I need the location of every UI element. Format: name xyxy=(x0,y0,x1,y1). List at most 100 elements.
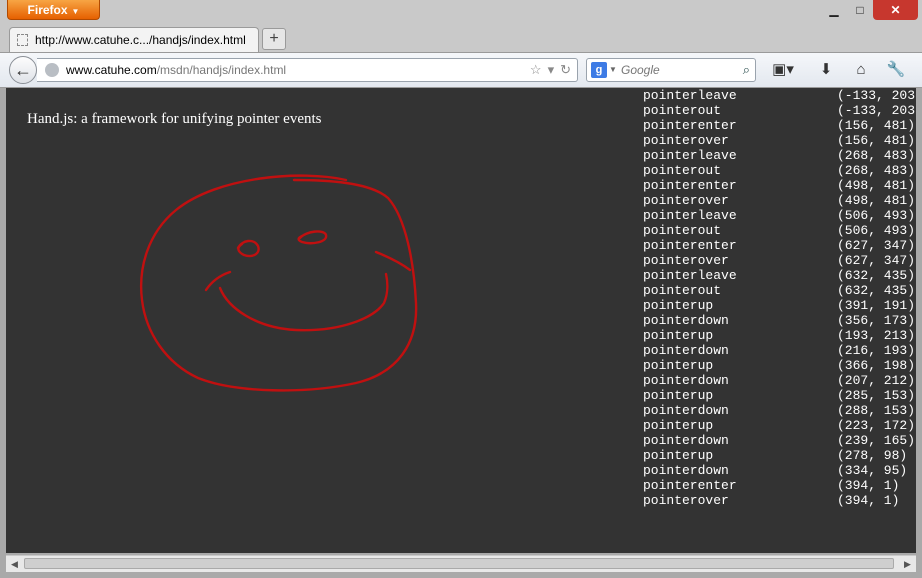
smiley-drawing xyxy=(140,174,418,392)
log-row: pointerdown (216, 193) xyxy=(643,343,916,358)
log-event-coords: (394, 1) xyxy=(837,493,900,508)
log-event-name: pointerup xyxy=(643,358,714,373)
minimize-button[interactable]: ▁ xyxy=(821,0,847,20)
face-outline xyxy=(140,174,418,392)
log-row: pointerenter (156, 481) xyxy=(643,118,916,133)
tab-handjs[interactable]: http://www.catuhe.c.../handjs/index.html xyxy=(9,27,259,52)
bookmark-star-icon[interactable]: ☆ xyxy=(530,62,542,77)
reload-icon[interactable]: ↻ xyxy=(560,62,571,77)
log-event-coords: (506, 493) xyxy=(837,208,916,223)
log-event-name: pointerleave xyxy=(643,88,737,103)
downloads-icon[interactable]: ⬇ xyxy=(815,59,837,81)
log-event-coords: (268, 483) xyxy=(837,148,916,163)
log-event-coords: (632, 435) xyxy=(837,283,916,298)
url-text[interactable]: www.catuhe.com/msdn/handjs/index.html xyxy=(66,59,286,81)
log-event-coords: (278, 98) xyxy=(837,448,908,463)
log-event-coords: (239, 165) xyxy=(837,433,916,448)
pointer-event-log: pointerleave (-133, 203 pointerout (-133, 2… xyxy=(643,88,916,553)
scroll-right-icon[interactable]: ▶ xyxy=(899,556,916,572)
log-event-name: pointerup xyxy=(643,448,714,463)
log-event-name: pointerover xyxy=(643,253,729,268)
search-icon[interactable]: ⌕ xyxy=(743,59,750,81)
scrollbar-thumb[interactable] xyxy=(24,558,894,569)
bookmarks-menu-button[interactable]: ▣▾ xyxy=(765,59,801,81)
chevron-down-icon: ▼ xyxy=(71,7,80,16)
log-event-coords: (632, 435) xyxy=(837,268,916,283)
log-event-coords: (288, 153) xyxy=(837,403,916,418)
google-logo-icon[interactable]: g xyxy=(591,62,607,78)
log-event-coords: (366, 198) xyxy=(837,358,916,373)
page-content[interactable]: Hand.js: a framework for unifying pointe… xyxy=(6,88,916,553)
title-bar: Firefox ▼ ▁ □ ✕ xyxy=(0,0,922,24)
log-event-coords: (216, 193) xyxy=(837,343,916,358)
log-event-name: pointerdown xyxy=(643,463,729,478)
url-host: www.catuhe.com xyxy=(66,63,157,77)
firefox-menu-button[interactable]: Firefox ▼ xyxy=(7,0,100,20)
log-row: pointerdown (288, 153) xyxy=(643,403,916,418)
log-event-coords: (-133, 203 xyxy=(837,88,916,103)
back-button[interactable]: ← xyxy=(9,56,37,84)
log-event-name: pointerover xyxy=(643,133,729,148)
log-row: pointerdown (356, 173) xyxy=(643,313,916,328)
log-row: pointerover (627, 347) xyxy=(643,253,916,268)
log-event-name: pointerenter xyxy=(643,478,737,493)
log-event-coords: (156, 481) xyxy=(837,133,916,148)
log-row: pointerup (366, 198) xyxy=(643,358,916,373)
right-cheek xyxy=(374,250,412,272)
log-event-name: pointerover xyxy=(643,493,729,508)
home-icon[interactable]: ⌂ xyxy=(850,59,872,81)
close-window-button[interactable]: ✕ xyxy=(873,0,918,20)
log-row: pointerleave (506, 493) xyxy=(643,208,916,223)
scroll-left-icon[interactable]: ◀ xyxy=(6,556,23,572)
log-row: pointerup (391, 191) xyxy=(643,298,916,313)
history-dropdown-icon[interactable]: ▾ xyxy=(548,62,555,77)
log-row: pointerover (394, 1) xyxy=(643,493,916,508)
log-event-name: pointerup xyxy=(643,388,714,403)
search-bar[interactable]: g ▼ Google ⌕ xyxy=(586,58,756,82)
log-event-name: pointerdown xyxy=(643,403,729,418)
log-event-coords: (391, 191) xyxy=(837,298,916,313)
url-path: /msdn/handjs/index.html xyxy=(156,63,287,77)
log-row: pointerup (193, 213) xyxy=(643,328,916,343)
log-event-name: pointerout xyxy=(643,283,722,298)
url-bar[interactable]: www.catuhe.com/msdn/handjs/index.html ☆ ▾… xyxy=(37,58,578,82)
log-event-name: pointerdown xyxy=(643,373,729,388)
log-row: pointerup (278, 98) xyxy=(643,448,916,463)
log-event-name: pointerenter xyxy=(643,118,737,133)
log-row: pointerup (223, 172) xyxy=(643,418,916,433)
log-row: pointerleave (632, 435) xyxy=(643,268,916,283)
log-row: pointerenter (627, 347) xyxy=(643,238,916,253)
log-row: pointerup (285, 153) xyxy=(643,388,916,403)
log-event-name: pointerdown xyxy=(643,343,729,358)
log-row: pointerleave (-133, 203 xyxy=(643,88,916,103)
search-engine-dropdown-icon[interactable]: ▼ xyxy=(609,59,617,81)
log-row: pointerdown (239, 165) xyxy=(643,433,916,448)
log-event-name: pointerenter xyxy=(643,238,737,253)
log-event-name: pointerout xyxy=(643,163,722,178)
firefox-menu-label: Firefox xyxy=(27,3,68,17)
log-event-coords: (498, 481) xyxy=(837,178,916,193)
log-event-name: pointerover xyxy=(643,193,729,208)
log-event-name: pointerenter xyxy=(643,178,737,193)
log-row: pointerdown (334, 95) xyxy=(643,463,916,478)
url-actions: ☆ ▾ ↻ xyxy=(524,59,571,81)
tools-wrench-icon[interactable]: 🔧 xyxy=(885,59,907,81)
log-event-name: pointerup xyxy=(643,328,714,343)
log-row: pointerover (156, 481) xyxy=(643,133,916,148)
horizontal-scrollbar[interactable]: ◀ ▶ xyxy=(6,555,916,572)
log-event-coords: (394, 1) xyxy=(837,478,900,493)
tab-strip: http://www.catuhe.c.../handjs/index.html… xyxy=(0,24,922,52)
page-favicon-icon xyxy=(17,34,28,46)
log-event-coords: (334, 95) xyxy=(837,463,908,478)
log-row: pointerenter (394, 1) xyxy=(643,478,916,493)
log-event-coords: (193, 213) xyxy=(837,328,916,343)
log-event-name: pointerout xyxy=(643,223,722,238)
log-event-coords: (627, 347) xyxy=(837,253,916,268)
drawing-canvas[interactable] xyxy=(6,88,643,553)
log-row: pointerdown (207, 212) xyxy=(643,373,916,388)
globe-icon xyxy=(45,63,59,77)
log-event-coords: (506, 493) xyxy=(837,223,916,238)
log-row: pointerout (632, 435) xyxy=(643,283,916,298)
maximize-button[interactable]: □ xyxy=(847,0,873,20)
new-tab-button[interactable]: + xyxy=(262,28,286,50)
